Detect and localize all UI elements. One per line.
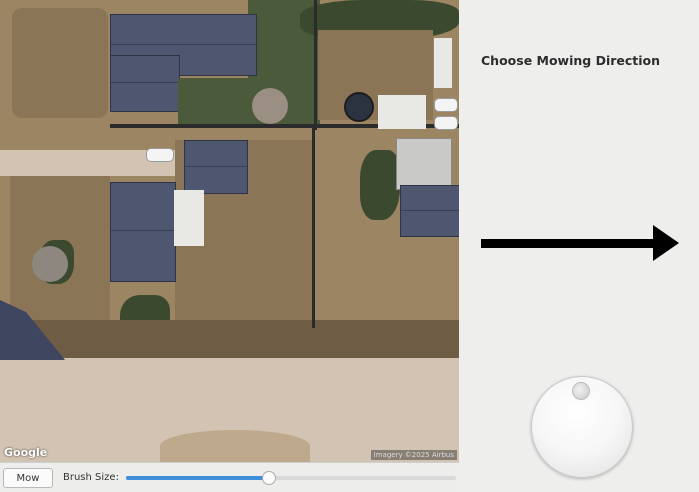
house-roof bbox=[400, 185, 459, 237]
panel-title: Choose Mowing Direction bbox=[481, 53, 661, 68]
fence bbox=[314, 0, 317, 130]
arrow-right-icon bbox=[481, 225, 679, 261]
lot-terrain bbox=[12, 8, 108, 118]
house-roof bbox=[110, 182, 176, 282]
satellite-map[interactable]: Google Imagery ©2025 Airbus bbox=[0, 0, 459, 462]
tree bbox=[252, 88, 288, 124]
dirt-patch bbox=[160, 430, 310, 462]
lawn bbox=[178, 78, 248, 124]
shed-roof bbox=[378, 95, 426, 129]
dial-indicator bbox=[572, 382, 590, 400]
ground-strip bbox=[0, 320, 459, 360]
brush-size-label: Brush Size: bbox=[63, 472, 119, 483]
tree bbox=[32, 246, 68, 282]
car bbox=[434, 116, 458, 130]
car bbox=[434, 98, 458, 112]
google-logo: Google bbox=[4, 446, 48, 459]
brush-size-slider[interactable] bbox=[126, 471, 456, 485]
house-roof bbox=[396, 138, 452, 190]
car bbox=[146, 148, 174, 162]
trees bbox=[360, 150, 400, 220]
house-roof bbox=[110, 55, 180, 112]
house-patio bbox=[174, 190, 204, 246]
house-roof bbox=[184, 140, 248, 194]
mow-button[interactable]: Mow bbox=[3, 468, 53, 488]
map-toolbar: Mow Brush Size: bbox=[0, 462, 459, 492]
brush-size-slider-thumb[interactable] bbox=[261, 471, 276, 485]
direction-dial-icon[interactable] bbox=[531, 376, 633, 478]
fence bbox=[312, 128, 315, 328]
pool bbox=[344, 92, 374, 122]
brush-size-slider-fill bbox=[126, 476, 268, 480]
imagery-credit: Imagery ©2025 Airbus bbox=[370, 450, 457, 460]
shed-roof bbox=[434, 38, 452, 88]
